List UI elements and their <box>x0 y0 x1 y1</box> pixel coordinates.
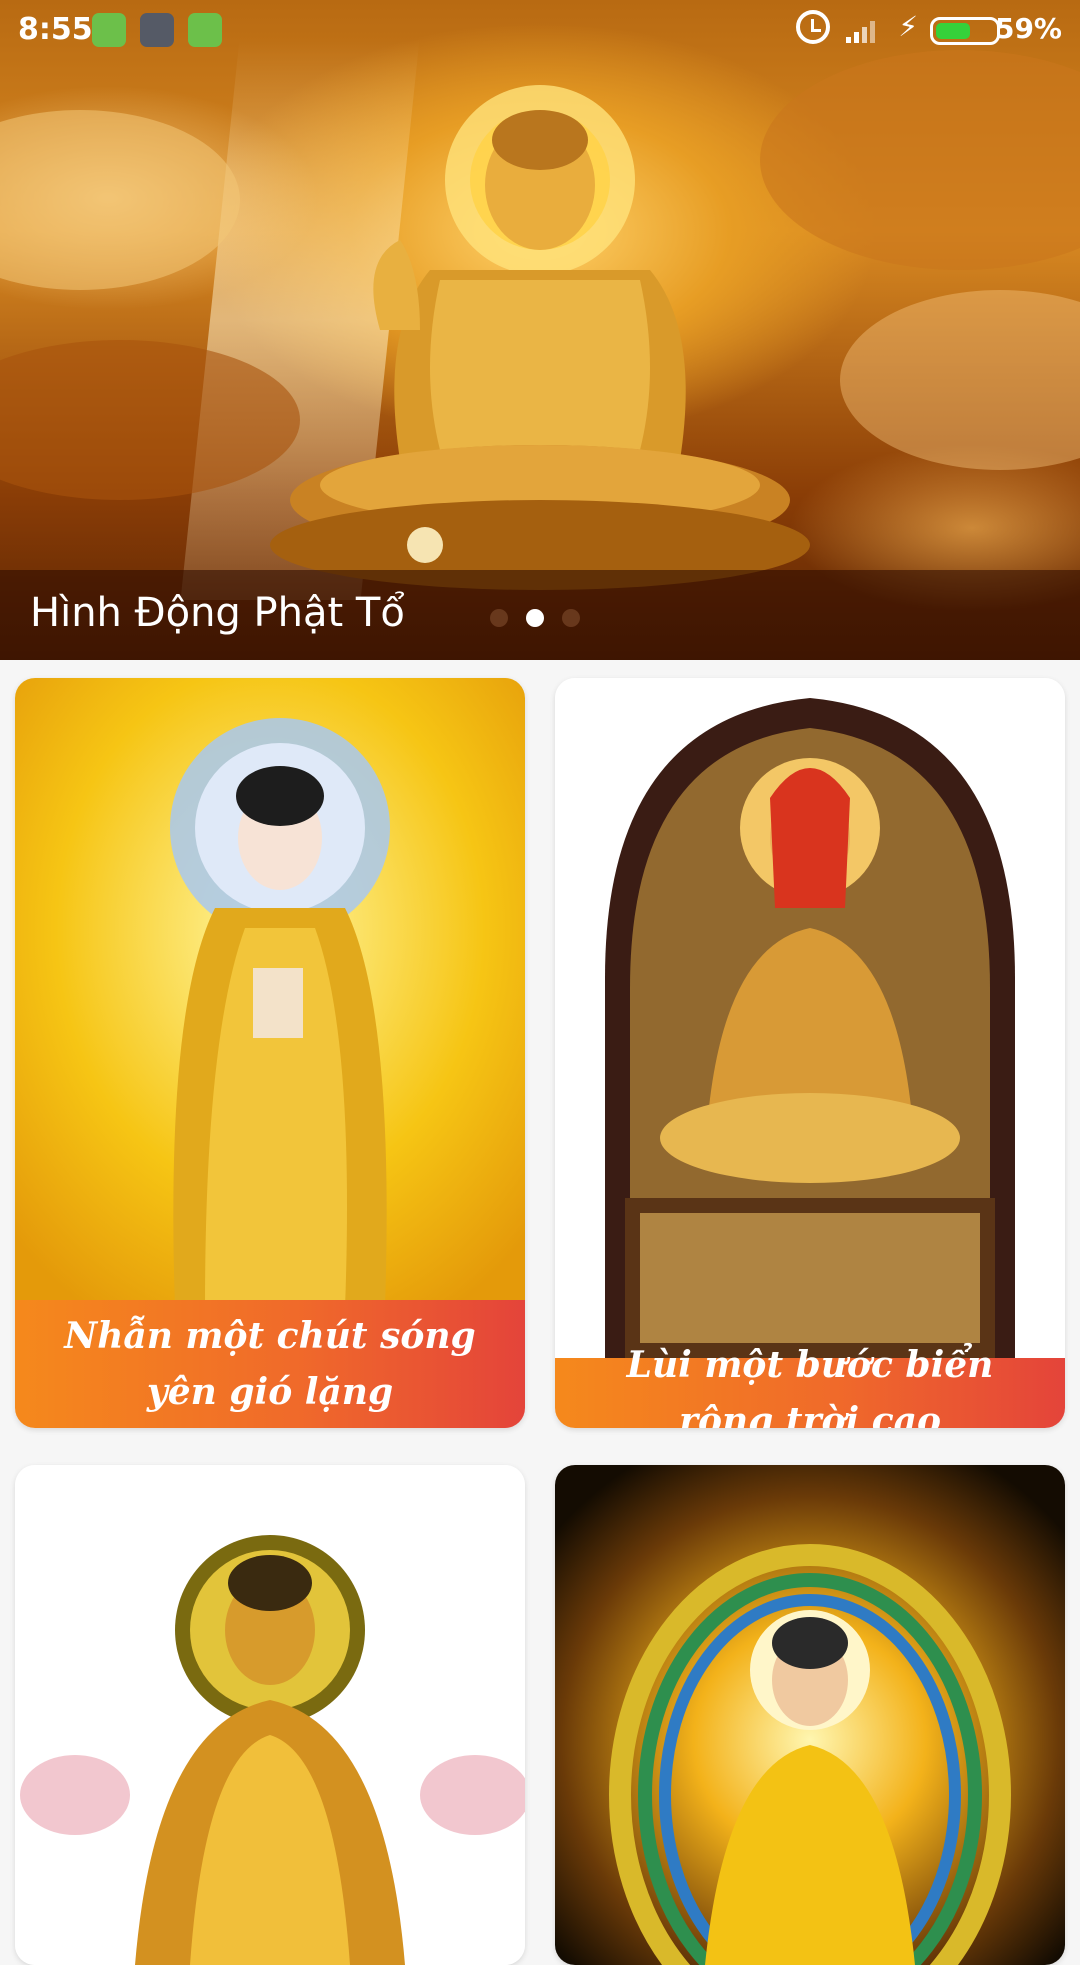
status-time: 8:55 <box>18 12 93 47</box>
alarm-icon <box>796 10 830 44</box>
battery-percent: 59% <box>994 12 1062 45</box>
radiant-buddha-image <box>555 1465 1065 1965</box>
game-app-icon <box>140 13 174 47</box>
wallpaper-card[interactable] <box>15 1465 525 1965</box>
standing-buddha-image <box>15 678 525 1308</box>
battery-icon <box>930 17 1000 45</box>
carousel-indicator <box>490 609 580 627</box>
wallpaper-card[interactable]: Nhẫn một chút sóng yên gió lặng <box>15 678 525 1428</box>
carousel-dot[interactable] <box>490 609 508 627</box>
status-bar: 8:55 ⚡ 59% <box>0 0 1080 60</box>
wallpaper-card[interactable] <box>555 1465 1065 1965</box>
card-caption: Nhẫn một chút sóng yên gió lặng <box>15 1300 525 1428</box>
android-icon <box>188 13 222 47</box>
seated-bodhisattva-image <box>555 678 1065 1358</box>
charging-icon: ⚡ <box>898 10 918 43</box>
hero-title: Hình Động Phật Tổ <box>30 590 405 636</box>
battery-app-icon <box>92 13 126 47</box>
hero-buddha-image <box>0 50 1080 590</box>
signal-icon <box>846 21 875 43</box>
card-caption: Lùi một bước biển rộng trời cao <box>555 1344 1065 1428</box>
wallpaper-card[interactable]: Lùi một bước biển rộng trời cao <box>555 678 1065 1428</box>
seated-buddha-lotus-image <box>15 1465 525 1965</box>
carousel-dot-active[interactable] <box>526 609 544 627</box>
battery-fill <box>936 23 970 39</box>
hero-banner[interactable] <box>0 0 1080 660</box>
carousel-dot[interactable] <box>562 609 580 627</box>
